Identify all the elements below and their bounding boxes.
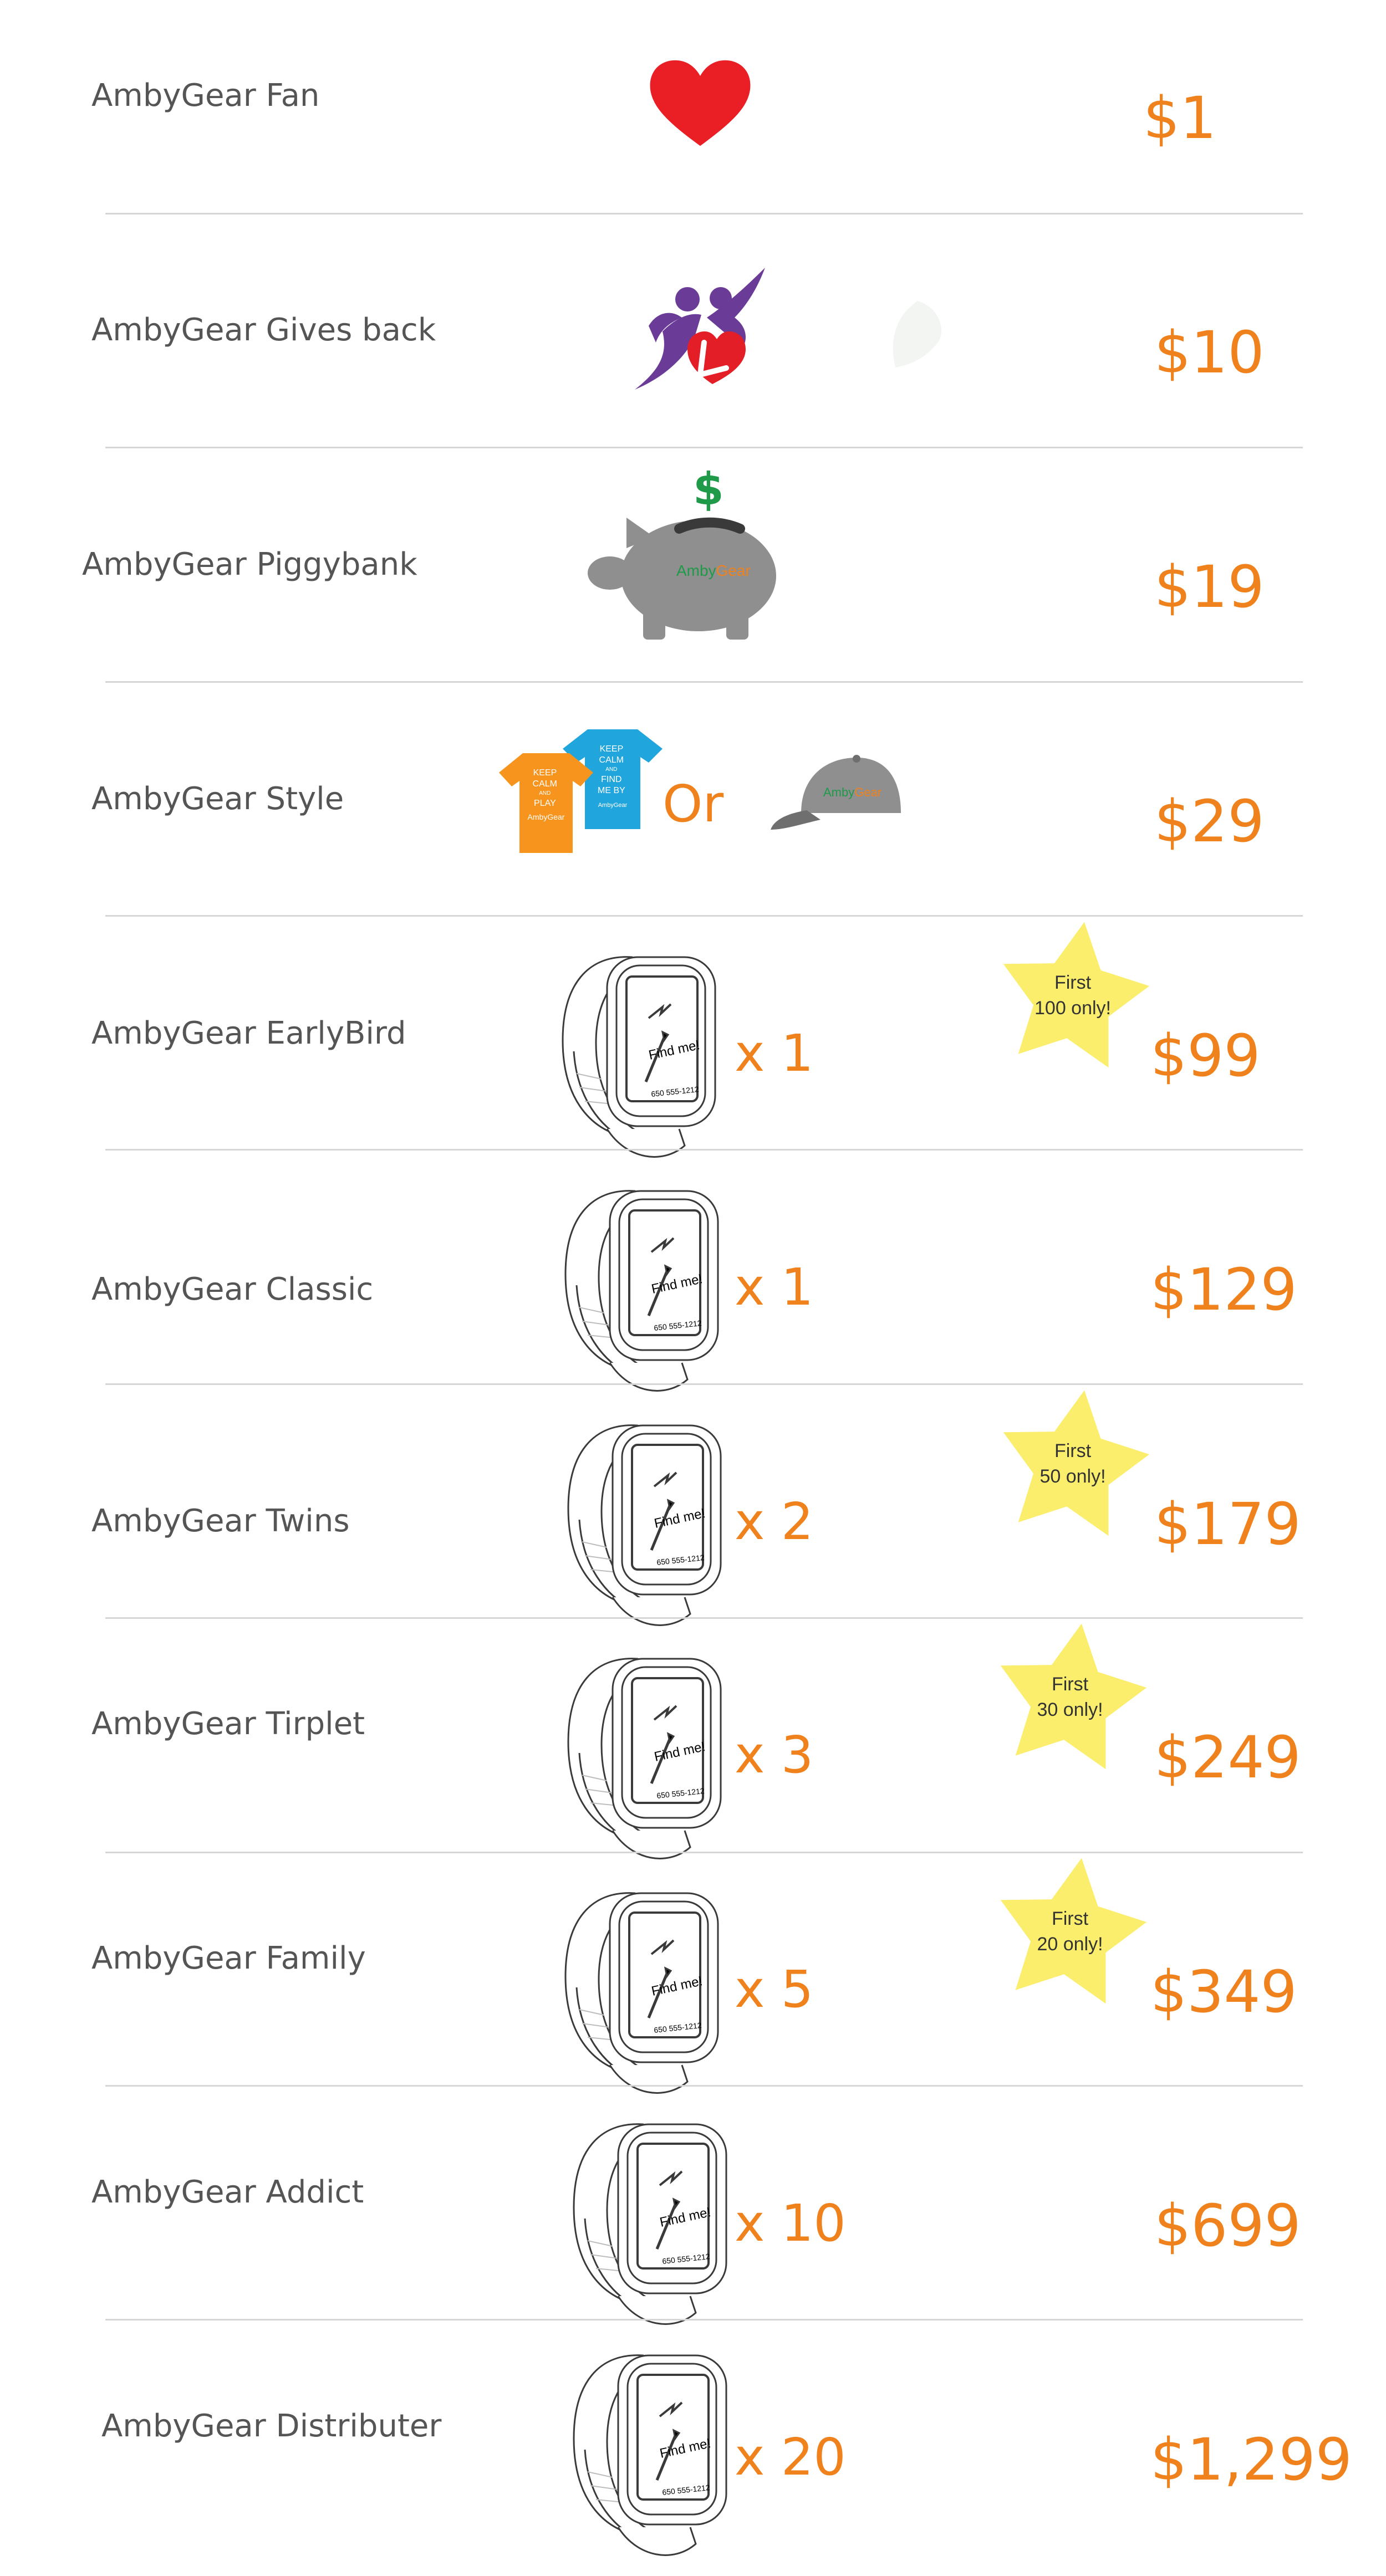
piggybank-icon: AmbyGear xyxy=(588,517,776,640)
badge-line: 30 only! xyxy=(1037,1699,1103,1720)
tier-name: AmbyGear Twins xyxy=(91,1503,350,1539)
tier-row-gives-back[interactable]: AmbyGear Gives back $10 xyxy=(0,234,1386,469)
tee-blue-line: ME BY xyxy=(598,786,625,795)
tier-row-twins[interactable]: AmbyGear Twins Find me! 650 555-1212 x 2… xyxy=(0,1390,1386,1640)
smartwatch-icon: Find me! 650 555-1212 xyxy=(560,1414,732,1636)
smartwatch-icon: Find me! 650 555-1212 xyxy=(554,946,726,1168)
limited-badge: First 50 only! xyxy=(992,1384,1153,1545)
tier-row-piggybank[interactable]: AmbyGear Piggybank $ AmbyGear $19 xyxy=(0,463,1386,703)
tier-name: AmbyGear Piggybank xyxy=(82,546,417,582)
tier-name: AmbyGear Style xyxy=(91,781,344,817)
smartwatch-icon: Find me! 650 555-1212 xyxy=(560,1648,732,1869)
tier-row-classic[interactable]: AmbyGear Classic Find me! 650 555-1212 x… xyxy=(0,1172,1386,1406)
tee-blue-line: KEEP xyxy=(600,744,623,754)
tier-row-distributer[interactable]: AmbyGear Distributer Find me! 650 555-12… xyxy=(0,2342,1386,2576)
gives-back-logo xyxy=(635,268,765,390)
svg-text:AmbyGear: AmbyGear xyxy=(676,562,751,579)
tier-name: AmbyGear Fan xyxy=(91,78,320,114)
tee-orange-line: AND xyxy=(539,790,551,796)
row-divider xyxy=(105,213,1303,214)
tier-row-tirplet[interactable]: AmbyGear Tirplet Find me! 650 555-1212 x… xyxy=(0,1623,1386,1874)
heart-icon xyxy=(650,60,751,146)
badge-line: 100 only! xyxy=(1035,998,1111,1019)
quantity-label: x 3 xyxy=(735,1725,814,1785)
orange-tshirt-icon: KEEP CALM AND PLAY AmbyGear xyxy=(499,753,593,853)
smartwatch-icon: Find me! 650 555-1212 xyxy=(565,2113,737,2335)
tier-row-earlybird[interactable]: AmbyGear EarlyBird Find me! 650 555-1212… xyxy=(0,922,1386,1172)
limited-badge: First 100 only! xyxy=(992,916,1153,1076)
tier-name: AmbyGear Classic xyxy=(91,1271,374,1307)
cap-logo-gear: Gear xyxy=(854,785,881,799)
or-label: Or xyxy=(663,774,724,834)
tier-row-fan[interactable]: AmbyGear Fan $1 xyxy=(0,0,1386,234)
cap-logo-amby: Amby xyxy=(823,785,854,799)
tier-price: $249 xyxy=(1154,1724,1301,1791)
limited-badge: First 20 only! xyxy=(990,1852,1150,2012)
tee-blue-line: AmbyGear xyxy=(598,802,628,809)
badge-line: First xyxy=(1051,1674,1089,1695)
tee-blue-line: CALM xyxy=(599,755,624,765)
tier-price: $10 xyxy=(1154,319,1265,386)
cap-icon: AmbyGear xyxy=(771,755,901,830)
tier-name: AmbyGear Family xyxy=(91,1940,366,1976)
tier-row-addict[interactable]: AmbyGear Addict Find me! 650 555-1212 x … xyxy=(0,2108,1386,2342)
row-divider xyxy=(105,1149,1303,1151)
svg-text:AmbyGear: AmbyGear xyxy=(823,785,881,799)
smartwatch-icon: Find me! 650 555-1212 xyxy=(557,1180,729,1402)
quantity-label: x 10 xyxy=(735,2194,846,2253)
tier-price: $349 xyxy=(1150,1958,1297,2026)
tier-name: AmbyGear Addict xyxy=(91,2174,364,2210)
tier-row-style[interactable]: AmbyGear Style KEEP CALM AND FIND ME BY … xyxy=(0,703,1386,938)
quantity-label: x 1 xyxy=(735,1024,814,1083)
row-divider xyxy=(105,447,1303,448)
badge-line: First xyxy=(1051,1908,1089,1930)
smartwatch-icon: Find me! 650 555-1212 xyxy=(565,2344,737,2556)
tee-orange-line: CALM xyxy=(533,779,557,789)
tier-name: AmbyGear EarlyBird xyxy=(91,1015,406,1051)
badge-line: First xyxy=(1054,1440,1092,1462)
tee-orange-line: AmbyGear xyxy=(528,812,565,821)
tier-price: $19 xyxy=(1154,553,1265,621)
tee-orange-line: KEEP xyxy=(533,768,557,778)
quantity-label: x 20 xyxy=(735,2427,846,2487)
tier-price: $1,299 xyxy=(1150,2426,1352,2493)
quantity-label: x 5 xyxy=(735,1960,814,2019)
tier-name: AmbyGear Distributer xyxy=(101,2408,442,2444)
tier-name: AmbyGear Tirplet xyxy=(91,1706,365,1742)
tee-blue-line: AND xyxy=(605,766,617,773)
row-divider xyxy=(105,2085,1303,2087)
pig-logo-gear: Gear xyxy=(716,562,751,579)
tier-price: $99 xyxy=(1150,1022,1261,1090)
badge-line: First xyxy=(1054,972,1092,994)
quantity-label: x 1 xyxy=(735,1258,814,1317)
badge-line: 50 only! xyxy=(1040,1466,1106,1487)
tier-row-family[interactable]: AmbyGear Family Find me! 650 555-1212 x … xyxy=(0,1858,1386,2108)
tier-price: $179 xyxy=(1154,1490,1301,1558)
tier-name: AmbyGear Gives back xyxy=(91,312,436,348)
tier-price: $129 xyxy=(1150,1256,1297,1323)
tier-price: $1 xyxy=(1143,84,1217,152)
row-divider xyxy=(105,2319,1303,2321)
quantity-label: x 2 xyxy=(735,1492,814,1551)
pig-logo-amby: Amby xyxy=(676,562,716,579)
faint-heart-icon xyxy=(893,301,942,367)
limited-badge: First 30 only! xyxy=(990,1617,1150,1778)
badge-line: 20 only! xyxy=(1037,1934,1103,1955)
tier-price: $29 xyxy=(1154,788,1265,855)
tee-orange-line: PLAY xyxy=(534,799,556,808)
row-divider xyxy=(105,681,1303,683)
smartwatch-icon: Find me! 650 555-1212 xyxy=(557,1882,729,2104)
tier-price: $699 xyxy=(1154,2192,1301,2260)
tee-blue-line: FIND xyxy=(601,775,621,784)
